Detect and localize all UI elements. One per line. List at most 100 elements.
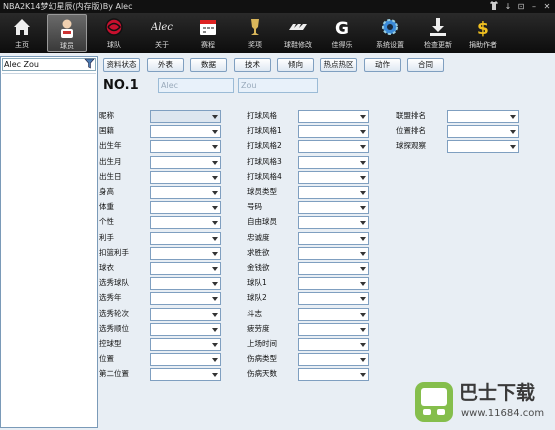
toolbar-donate-button[interactable]: $ 捐助作者: [463, 14, 503, 52]
field-dropdown[interactable]: [150, 262, 221, 275]
chevron-down-icon: [360, 312, 366, 317]
field-dropdown[interactable]: [298, 262, 369, 275]
trophy-icon: [244, 16, 266, 38]
chevron-down-icon: [212, 236, 218, 241]
field-dropdown[interactable]: [298, 186, 369, 199]
tab-profile-status[interactable]: 资料状态: [103, 58, 140, 72]
field-label: 控球型: [99, 339, 122, 348]
toolbar-shoes-button[interactable]: 球鞋修改: [278, 14, 318, 52]
field-dropdown[interactable]: [150, 231, 221, 245]
chevron-down-icon: [510, 115, 516, 119]
minimize-button[interactable]: –: [528, 1, 540, 12]
field-dropdown[interactable]: [298, 353, 369, 367]
field-label: 位置排名: [396, 126, 426, 136]
field-dropdown[interactable]: [150, 246, 221, 260]
player-list[interactable]: [2, 73, 96, 425]
toolbar-update-button[interactable]: 检查更新: [418, 14, 458, 52]
tab-hot-zones[interactable]: 热点热区: [320, 58, 357, 72]
field-dropdown[interactable]: [150, 338, 221, 351]
field-dropdown[interactable]: [298, 125, 369, 139]
shirt-icon[interactable]: [488, 1, 500, 12]
field-dropdown[interactable]: [298, 170, 369, 184]
title-bar: NBA2K14梦幻星辰(内存版)By Alec ↓ ⊡ – ✕: [0, 0, 555, 13]
last-name-input[interactable]: Zou: [238, 78, 318, 93]
first-name-input[interactable]: Alec: [158, 78, 234, 93]
field-label: 疲劳度: [247, 323, 270, 333]
field-dropdown[interactable]: [150, 186, 221, 199]
chevron-down-icon: [360, 327, 366, 332]
tab-animations[interactable]: 动作: [364, 58, 401, 72]
field-label: 扣篮利手: [99, 247, 129, 257]
field-dropdown[interactable]: [298, 338, 369, 351]
field-label: 自由球员: [247, 217, 277, 227]
player-search-input[interactable]: Alec Zou: [2, 58, 96, 71]
chevron-down-icon: [510, 145, 516, 150]
field-dropdown[interactable]: [150, 155, 221, 169]
main-toolbar: 主页 球员 球队 Alec 关于 赛程 奖项 球鞋修改 G 佳得乐 系统设置 检…: [0, 13, 555, 53]
filter-icon[interactable]: [84, 58, 95, 69]
field-label: 体重: [99, 202, 114, 212]
chevron-down-icon: [212, 160, 218, 165]
field-dropdown[interactable]: [150, 307, 221, 321]
tab-stats[interactable]: 数据: [190, 58, 227, 72]
field-label: 位置: [99, 354, 114, 364]
field-dropdown[interactable]: [150, 368, 221, 382]
field-dropdown[interactable]: [298, 155, 369, 169]
field-dropdown[interactable]: [298, 216, 369, 230]
field-label: 出生年: [99, 141, 122, 151]
field-label: 上场时间: [247, 339, 277, 348]
close-button[interactable]: ✕: [541, 1, 553, 12]
field-dropdown[interactable]: [150, 322, 221, 336]
toolbar-about-button[interactable]: Alec 关于: [142, 14, 182, 52]
toolbar-gatorade-button[interactable]: G 佳得乐: [322, 14, 362, 52]
toolbar-awards-button[interactable]: 奖项: [235, 14, 275, 52]
tab-appearance[interactable]: 外表: [147, 58, 184, 72]
team-logo-icon: [103, 16, 125, 38]
restore-button[interactable]: ⊡: [515, 1, 527, 12]
field-dropdown[interactable]: [298, 277, 369, 291]
field-dropdown[interactable]: [298, 368, 369, 382]
field-dropdown[interactable]: [298, 110, 369, 123]
field-dropdown[interactable]: [298, 307, 369, 321]
field-dropdown[interactable]: [298, 322, 369, 336]
chevron-down-icon: [510, 130, 516, 135]
field-dropdown[interactable]: [447, 125, 519, 139]
field-dropdown[interactable]: [447, 140, 519, 154]
chevron-down-icon: [360, 206, 366, 211]
chevron-down-icon: [212, 358, 218, 363]
field-dropdown[interactable]: [150, 292, 221, 306]
toolbar-player-button[interactable]: 球员: [47, 14, 87, 52]
field-label: 斗志: [247, 308, 262, 318]
player-number: NO.1: [103, 78, 139, 93]
tab-contract[interactable]: 合同: [407, 58, 444, 72]
toolbar-schedule-button[interactable]: 赛程: [188, 14, 228, 52]
field-dropdown[interactable]: [447, 110, 519, 123]
field-dropdown[interactable]: [298, 246, 369, 260]
field-dropdown[interactable]: [150, 170, 221, 184]
field-label: 国籍: [99, 126, 114, 136]
field-dropdown[interactable]: [150, 277, 221, 291]
field-label: 金钱欲: [247, 263, 270, 272]
toolbar-settings-button[interactable]: 系统设置: [370, 14, 410, 52]
field-dropdown[interactable]: [150, 353, 221, 367]
toolbar-team-button[interactable]: 球队: [94, 14, 134, 52]
field-dropdown[interactable]: [150, 110, 221, 123]
field-dropdown[interactable]: [298, 140, 369, 154]
download-icon: [427, 16, 449, 38]
field-label: 出生月: [99, 156, 122, 166]
chevron-down-icon: [360, 160, 366, 165]
download-button[interactable]: ↓: [502, 1, 514, 12]
tab-tendencies[interactable]: 倾向: [277, 58, 314, 72]
field-label: 昵称: [99, 111, 114, 120]
field-dropdown[interactable]: [150, 125, 221, 139]
field-dropdown[interactable]: [150, 216, 221, 230]
field-dropdown[interactable]: [298, 292, 369, 306]
toolbar-home-button[interactable]: 主页: [2, 14, 42, 52]
field-label: 球探观察: [396, 141, 426, 151]
field-dropdown[interactable]: [150, 201, 221, 215]
field-dropdown[interactable]: [298, 231, 369, 245]
field-dropdown[interactable]: [298, 201, 369, 215]
tab-skills[interactable]: 技术: [234, 58, 271, 72]
field-label: 球员类型: [247, 187, 277, 196]
field-dropdown[interactable]: [150, 140, 221, 154]
